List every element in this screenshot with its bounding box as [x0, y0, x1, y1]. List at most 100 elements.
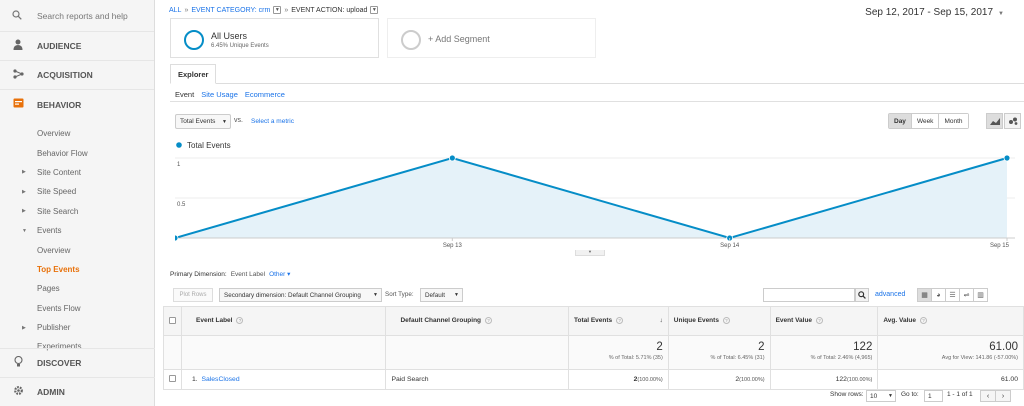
help-icon[interactable]: ?: [722, 317, 730, 325]
nav-discover[interactable]: DISCOVER: [0, 348, 155, 377]
nav-events-flow[interactable]: Events Flow: [0, 299, 154, 318]
select-all-checkbox[interactable]: [169, 316, 176, 324]
nav-behavior-overview[interactable]: Overview: [0, 124, 154, 143]
y-tick-label: 0.5: [177, 202, 186, 208]
expand-arrow-icon: ▶: [22, 169, 26, 176]
comparison-icon: ⇌: [963, 292, 970, 299]
col-event-value[interactable]: Event Value?: [769, 306, 879, 336]
nav-events-overview[interactable]: Overview: [0, 240, 154, 259]
segment-all-users[interactable]: All Users 6.45% Unique Events: [170, 18, 379, 58]
data-point: [1003, 154, 1011, 162]
primary-dimension: Primary Dimension: Event Label Other ▾: [170, 270, 291, 279]
avg-value-total: 61.00 Avg for View: 141.86 (-57.00%): [877, 335, 1024, 370]
legend-marker: [176, 142, 182, 148]
show-rows-label: Show rows:: [830, 391, 864, 398]
nav-acquisition-label: ACQUISITION: [37, 70, 93, 80]
help-icon[interactable]: ?: [485, 317, 493, 325]
pagination-range: 1 - 1 of 1: [947, 391, 973, 398]
advanced-filter-link[interactable]: advanced: [875, 291, 905, 298]
table-controls: Plot Rows Secondary dimension: Default C…: [170, 288, 1024, 303]
table-search-button[interactable]: [855, 288, 869, 302]
vs-label: vs.: [234, 117, 243, 124]
chevron-down-icon: ▼: [373, 292, 378, 298]
help-icon[interactable]: ?: [616, 317, 624, 325]
interval-buttons: Day Week Month: [888, 113, 969, 129]
col-total-events[interactable]: Total Events? ↓: [568, 306, 669, 336]
col-unique-events[interactable]: Unique Events?: [667, 306, 771, 336]
prev-page-button[interactable]: ‹: [980, 390, 996, 402]
show-rows-select[interactable]: 10 ▼: [866, 390, 896, 402]
row-channel: Paid Search: [385, 369, 569, 390]
motion-chart-button[interactable]: [1004, 113, 1021, 129]
metric-select[interactable]: Total Events ▼: [175, 114, 231, 129]
subtab-ecommerce[interactable]: Ecommerce: [245, 90, 285, 99]
pivot-view-button[interactable]: ▥: [973, 288, 988, 302]
event-label-link[interactable]: SalesClosed: [201, 376, 239, 383]
date-range-picker[interactable]: Sep 12, 2017 - Sep 15, 2017 ▼: [865, 7, 1004, 18]
chevron-down-icon[interactable]: ▼: [273, 6, 282, 14]
events-chart: Total Events 1 0.5 Sep 13 Sep 14 Sep 15: [175, 141, 1015, 249]
table-search-input[interactable]: [763, 288, 855, 302]
help-icon[interactable]: ?: [816, 317, 824, 325]
table-header-row: Event Label? Default Channel Grouping? T…: [163, 306, 1024, 336]
performance-view-button[interactable]: ☰: [945, 288, 960, 302]
col-avg-value[interactable]: Avg. Value?: [877, 306, 1024, 336]
tab-explorer[interactable]: Explorer: [170, 64, 217, 84]
bars-icon: ☰: [949, 292, 956, 299]
nav-top-events[interactable]: Top Events: [0, 260, 154, 279]
nav-acquisition[interactable]: ACQUISITION: [0, 61, 154, 90]
day-button[interactable]: Day: [889, 114, 912, 128]
nav-pages[interactable]: Pages: [0, 279, 154, 298]
breadcrumb-event-category[interactable]: EVENT CATEGORY: crm: [191, 7, 270, 14]
pie-view-button[interactable]: ◕: [931, 288, 946, 302]
nav-site-search[interactable]: ▶ Site Search: [0, 202, 154, 221]
pagination: ‹ ›: [980, 390, 1011, 402]
col-event-label[interactable]: Event Label?: [180, 306, 387, 336]
dimension-other[interactable]: Other ▾: [269, 270, 290, 278]
y-tick-label: 1: [177, 162, 181, 168]
search-reports[interactable]: Search reports and help: [0, 0, 154, 32]
week-button[interactable]: Week: [911, 114, 940, 128]
pivot-icon: ▥: [977, 292, 984, 299]
table-totals-row: 2% of Total: 5.71% (35) 2% of Total: 6.4…: [163, 335, 1024, 370]
row-checkbox[interactable]: [169, 375, 176, 382]
nav-site-speed[interactable]: ▶ Site Speed: [0, 182, 154, 201]
x-tick-label: Sep 14: [720, 243, 740, 249]
sort-type-label: Sort Type:: [385, 291, 414, 298]
breadcrumb-all[interactable]: ALL: [169, 7, 181, 14]
segment-ring-icon: [401, 30, 421, 50]
nav-publisher[interactable]: ▶ Publisher: [0, 318, 154, 337]
nav-behavior[interactable]: BEHAVIOR: [0, 90, 154, 119]
comparison-view-button[interactable]: ⇌: [959, 288, 974, 302]
plot-rows-button[interactable]: Plot Rows: [173, 288, 213, 302]
month-button[interactable]: Month: [939, 114, 968, 128]
sort-arrow-icon: ↓: [659, 317, 663, 325]
add-segment-button[interactable]: + Add Segment: [387, 18, 596, 58]
sidebar: Search reports and help AUDIENCE ACQUISI…: [0, 0, 155, 406]
chevron-down-icon[interactable]: ▼: [370, 6, 379, 14]
segment-ring-icon: [184, 30, 204, 50]
data-table: Event Label? Default Channel Grouping? T…: [163, 306, 1024, 390]
chevron-down-icon: ▼: [998, 11, 1004, 17]
sort-type-select[interactable]: Default ▼: [420, 288, 463, 302]
select-metric-link[interactable]: Select a metric: [251, 118, 294, 125]
chart-resize-handle[interactable]: ▼: [575, 250, 605, 256]
secondary-dimension-select[interactable]: Secondary dimension: Default Channel Gro…: [219, 288, 382, 302]
help-icon[interactable]: ?: [919, 317, 927, 325]
col-default-channel-grouping[interactable]: Default Channel Grouping?: [385, 306, 569, 336]
nav-audience-label: AUDIENCE: [37, 41, 82, 51]
chevron-left-icon: ‹: [986, 392, 990, 400]
subtab-event[interactable]: Event: [175, 90, 194, 99]
nav-admin[interactable]: ADMIN: [0, 377, 155, 406]
help-icon[interactable]: ?: [236, 317, 244, 325]
nav-behavior-flow[interactable]: Behavior Flow: [0, 143, 154, 162]
nav-audience[interactable]: AUDIENCE: [0, 32, 154, 61]
nav-site-content[interactable]: ▶ Site Content: [0, 163, 154, 182]
nav-events[interactable]: ▼ Events: [0, 221, 154, 240]
next-page-button[interactable]: ›: [995, 390, 1011, 402]
goto-input[interactable]: 1: [924, 390, 943, 402]
data-table-view-button[interactable]: ▦: [917, 288, 932, 302]
line-chart-button[interactable]: [986, 113, 1003, 129]
search-icon: [858, 291, 866, 299]
subtab-site-usage[interactable]: Site Usage: [201, 90, 238, 99]
